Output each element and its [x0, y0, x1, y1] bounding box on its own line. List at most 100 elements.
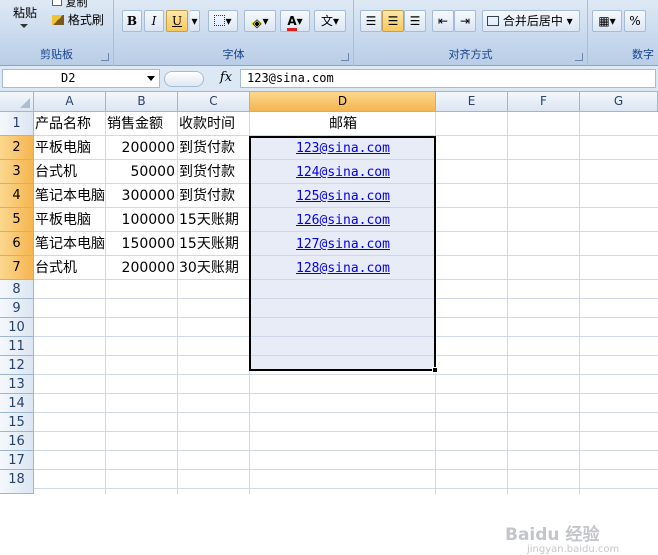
- cell-product[interactable]: 台式机: [35, 161, 105, 184]
- cell-email-link[interactable]: 126@sina.com: [251, 209, 435, 232]
- row-header-16[interactable]: 16: [0, 432, 34, 451]
- paste-dropdown-icon[interactable]: [20, 24, 28, 28]
- cell-email-link[interactable]: 123@sina.com: [251, 137, 435, 160]
- row-header-11[interactable]: 11: [0, 337, 34, 356]
- font-color-button[interactable]: A▾: [280, 10, 310, 32]
- row-header-14[interactable]: 14: [0, 394, 34, 413]
- row-header-7[interactable]: 7: [0, 256, 34, 280]
- format-painter-button[interactable]: 格式刷: [52, 11, 104, 27]
- row-header-2[interactable]: 2: [0, 136, 34, 160]
- cell-amount[interactable]: 300000: [107, 185, 177, 208]
- cell-payment[interactable]: 30天账期: [179, 257, 249, 280]
- gridline: [34, 469, 658, 470]
- clipboard-dialog-launcher-icon[interactable]: [101, 53, 109, 61]
- borders-button[interactable]: ▾: [208, 10, 238, 32]
- cell-product[interactable]: 平板电脑: [35, 209, 105, 232]
- row-header-9[interactable]: 9: [0, 299, 34, 318]
- formula-input[interactable]: 123@sina.com: [240, 69, 656, 88]
- cell-payment[interactable]: 到货付款: [179, 185, 249, 208]
- fill-color-button[interactable]: ◈▾: [244, 10, 276, 32]
- increase-indent-icon: ⇥: [459, 14, 471, 28]
- merge-center-label: 合并后居中: [502, 14, 563, 28]
- cell-product[interactable]: 台式机: [35, 257, 105, 280]
- percent-style-button[interactable]: %: [624, 10, 646, 32]
- decrease-indent-button[interactable]: ⇤: [432, 10, 454, 32]
- column-header-g[interactable]: G: [580, 92, 658, 112]
- cell-email-link[interactable]: 125@sina.com: [251, 185, 435, 208]
- cell-amount[interactable]: 200000: [107, 257, 177, 280]
- baidu-watermark-url: jingyan.baidu.com: [527, 544, 620, 555]
- gridline: [249, 112, 250, 494]
- header-cell-product[interactable]: 产品名称: [35, 113, 105, 136]
- name-box-dropdown-icon[interactable]: [147, 76, 155, 81]
- gridline: [177, 112, 178, 494]
- font-group-label: 字体: [222, 48, 245, 61]
- cell-amount[interactable]: 150000: [107, 233, 177, 256]
- cell-amount[interactable]: 200000: [107, 137, 177, 160]
- phonetic-guide-button[interactable]: 文▾: [314, 10, 346, 32]
- cell-email-link[interactable]: 127@sina.com: [251, 233, 435, 256]
- cell-email-link[interactable]: 128@sina.com: [251, 257, 435, 280]
- row-header-5[interactable]: 5: [0, 208, 34, 232]
- column-header-d[interactable]: D: [250, 92, 436, 112]
- cell-email-link[interactable]: 124@sina.com: [251, 161, 435, 184]
- formula-bar-splitter-handle[interactable]: [164, 71, 204, 87]
- increase-indent-button[interactable]: ⇥: [454, 10, 476, 32]
- alignment-dialog-launcher-icon[interactable]: [575, 53, 583, 61]
- align-center-button[interactable]: ☰: [382, 10, 404, 32]
- formula-bar: D2 fx 123@sina.com: [0, 66, 658, 92]
- paste-button[interactable]: 粘贴: [10, 4, 40, 24]
- accounting-format-button[interactable]: ▦▾: [592, 10, 622, 32]
- copy-icon: [52, 0, 62, 6]
- row-header-18[interactable]: 18: [0, 470, 34, 494]
- column-header-e[interactable]: E: [436, 92, 508, 112]
- italic-button[interactable]: I: [144, 10, 164, 32]
- cell-amount[interactable]: 50000: [107, 161, 177, 184]
- cell-payment[interactable]: 15天账期: [179, 209, 249, 232]
- cell-payment[interactable]: 15天账期: [179, 233, 249, 256]
- cell-payment[interactable]: 到货付款: [179, 161, 249, 184]
- cell-product[interactable]: 平板电脑: [35, 137, 105, 160]
- row-header-10[interactable]: 10: [0, 318, 34, 337]
- column-header-c[interactable]: C: [178, 92, 250, 112]
- row-header-1[interactable]: 1: [0, 112, 34, 136]
- cell-amount[interactable]: 100000: [107, 209, 177, 232]
- row-header-3[interactable]: 3: [0, 160, 34, 184]
- border-icon: [214, 15, 226, 26]
- name-box[interactable]: D2: [2, 69, 160, 88]
- row-header-4[interactable]: 4: [0, 184, 34, 208]
- row-header-13[interactable]: 13: [0, 375, 34, 394]
- column-header-f[interactable]: F: [508, 92, 580, 112]
- cell-product[interactable]: 笔记本电脑: [35, 185, 105, 208]
- align-left-button[interactable]: ☰: [360, 10, 382, 32]
- row-header-8[interactable]: 8: [0, 280, 34, 299]
- underline-dropdown-icon[interactable]: ▾: [190, 10, 200, 32]
- row-header-17[interactable]: 17: [0, 451, 34, 470]
- font-group: B I U ▾ ▾ ◈▾ A▾ 文▾ 字体: [114, 0, 354, 66]
- copy-button[interactable]: 复制: [52, 0, 88, 9]
- column-header-b[interactable]: B: [106, 92, 178, 112]
- merge-center-button[interactable]: 合并后居中 ▾: [482, 10, 580, 32]
- insert-function-icon[interactable]: fx: [214, 70, 238, 88]
- header-cell-payment[interactable]: 收款时间: [179, 113, 249, 136]
- bold-button[interactable]: B: [122, 10, 142, 32]
- gridline: [435, 112, 436, 494]
- row-header-6[interactable]: 6: [0, 232, 34, 256]
- font-dialog-launcher-icon[interactable]: [341, 53, 349, 61]
- gridline: [34, 431, 658, 432]
- cell-product[interactable]: 笔记本电脑: [35, 233, 105, 256]
- header-cell-amount[interactable]: 销售金额: [107, 113, 177, 136]
- header-cell-email[interactable]: 邮箱: [251, 113, 435, 136]
- underline-button[interactable]: U: [166, 10, 188, 32]
- cell-payment[interactable]: 到货付款: [179, 137, 249, 160]
- align-right-button[interactable]: ☰: [404, 10, 426, 32]
- fill-handle[interactable]: [432, 367, 438, 373]
- row-header-12[interactable]: 12: [0, 356, 34, 375]
- column-header-a[interactable]: A: [34, 92, 106, 112]
- font-color-icon: A: [287, 15, 297, 31]
- clipboard-group: 粘贴 复制 格式刷 剪贴板: [0, 0, 114, 66]
- row-header-15[interactable]: 15: [0, 413, 34, 432]
- decrease-indent-icon: ⇤: [437, 14, 449, 28]
- select-all-button[interactable]: [0, 92, 34, 112]
- format-painter-label: 格式刷: [67, 13, 104, 27]
